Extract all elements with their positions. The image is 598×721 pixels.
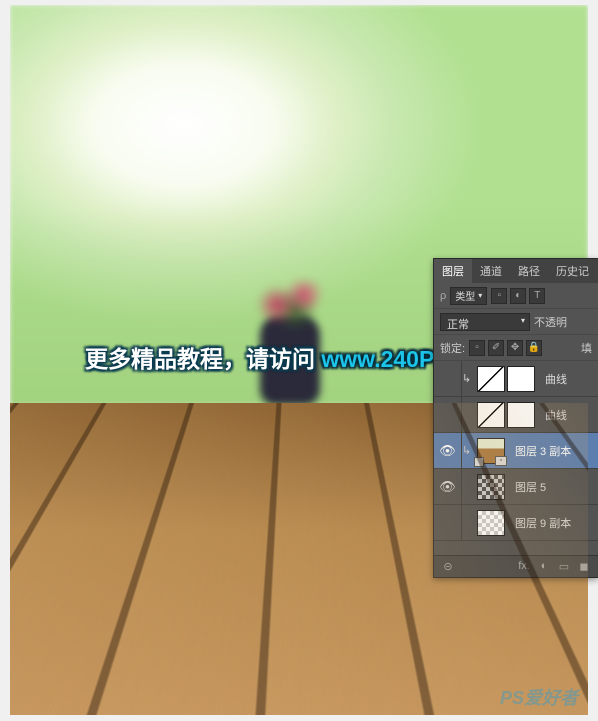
- smart-object-badge: ▫: [495, 456, 507, 466]
- blend-mode-select[interactable]: 正常: [440, 313, 530, 331]
- tab-history[interactable]: 历史记: [548, 259, 597, 283]
- visibility-toggle[interactable]: 👁: [434, 433, 462, 468]
- layer-label[interactable]: 图层 5: [515, 479, 594, 495]
- opacity-label: 不透明: [534, 314, 567, 330]
- layer-thumbs: [472, 510, 510, 536]
- layer-thumb[interactable]: [477, 474, 505, 500]
- footer-left-icons: ⊝: [440, 560, 456, 573]
- filter-magnify-icon: ρ: [440, 290, 446, 302]
- layers-list: 👁 ↳ 曲线 👁 曲线 👁 ↳ ▫: [434, 361, 598, 561]
- layers-panel: 图层 通道 路径 历史记 ρ 类型 ▫ ◐ T 正常 不透明 锁定: ▫ ✐ ✥…: [433, 258, 598, 578]
- lock-label: 锁定:: [440, 340, 465, 356]
- lock-all-icon[interactable]: 🔒: [526, 340, 542, 356]
- site-brand: PS爱好者: [500, 684, 578, 710]
- tab-channels[interactable]: 通道: [472, 259, 510, 283]
- fill-label: 填: [581, 340, 592, 356]
- layer-label[interactable]: 曲线: [545, 407, 594, 423]
- layer-row[interactable]: 👁 图层 5: [434, 469, 598, 505]
- lock-position-icon[interactable]: ✥: [507, 340, 523, 356]
- panel-footer: ⊝ fx. ◐ ▭ ◼: [434, 555, 598, 577]
- lock-icons: ▫ ✐ ✥ 🔒: [469, 340, 542, 356]
- adjustment-thumb[interactable]: [477, 366, 505, 392]
- mask-thumb[interactable]: [507, 402, 535, 428]
- flowers-blur: [250, 280, 340, 330]
- filter-row: ρ 类型 ▫ ◐ T: [434, 283, 598, 309]
- layer-thumb[interactable]: ▫: [477, 438, 505, 464]
- layer-thumbs: ▫: [472, 438, 510, 464]
- footer-right-icons: fx. ◐ ▭ ◼: [516, 560, 592, 573]
- filter-kind-select[interactable]: 类型: [450, 287, 487, 305]
- layer-row[interactable]: 👁 ↳ ▫ 图层 3 副本: [434, 433, 598, 469]
- adjustment-thumb[interactable]: [477, 402, 505, 428]
- filter-text-icon[interactable]: T: [529, 288, 545, 304]
- lock-row: 锁定: ▫ ✐ ✥ 🔒 填: [434, 335, 598, 361]
- visibility-toggle[interactable]: 👁: [434, 361, 462, 396]
- tab-paths[interactable]: 路径: [510, 259, 548, 283]
- layer-label[interactable]: 图层 9 副本: [515, 515, 594, 531]
- layer-label[interactable]: 曲线: [545, 371, 594, 387]
- layer-thumbs: [472, 366, 540, 392]
- blend-row: 正常 不透明: [434, 309, 598, 335]
- mask-thumb[interactable]: [507, 366, 535, 392]
- layer-thumb[interactable]: [477, 510, 505, 536]
- clip-arrow-icon: ↳: [462, 372, 472, 385]
- mask-button[interactable]: ◐: [536, 560, 552, 573]
- layer-row[interactable]: 👁 图层 9 副本: [434, 505, 598, 541]
- filter-icons: ▫ ◐ T: [491, 288, 545, 304]
- panel-tabs: 图层 通道 路径 历史记: [434, 259, 598, 283]
- filter-adjust-icon[interactable]: ◐: [510, 288, 526, 304]
- link-icon[interactable]: ⊝: [440, 560, 456, 573]
- layer-label[interactable]: 图层 3 副本: [515, 443, 594, 459]
- lock-brush-icon[interactable]: ✐: [488, 340, 504, 356]
- filter-pixel-icon[interactable]: ▫: [491, 288, 507, 304]
- new-folder-button[interactable]: ▭: [556, 560, 572, 573]
- fx-button[interactable]: fx.: [516, 560, 532, 573]
- watermark-part1: 更多精品教程，请访问: [85, 346, 321, 372]
- visibility-toggle[interactable]: 👁: [434, 397, 462, 432]
- layer-row[interactable]: 👁 ↳ 曲线: [434, 361, 598, 397]
- layer-thumbs: [472, 402, 540, 428]
- visibility-toggle[interactable]: 👁: [434, 469, 462, 504]
- layer-row[interactable]: 👁 曲线: [434, 397, 598, 433]
- visibility-toggle[interactable]: 👁: [434, 505, 462, 540]
- tab-layers[interactable]: 图层: [434, 259, 472, 283]
- clip-arrow-icon: ↳: [462, 444, 472, 457]
- new-layer-button[interactable]: ◼: [576, 560, 592, 573]
- layer-thumbs: [472, 474, 510, 500]
- smart-sub-badge: [474, 457, 484, 467]
- lock-transparent-icon[interactable]: ▫: [469, 340, 485, 356]
